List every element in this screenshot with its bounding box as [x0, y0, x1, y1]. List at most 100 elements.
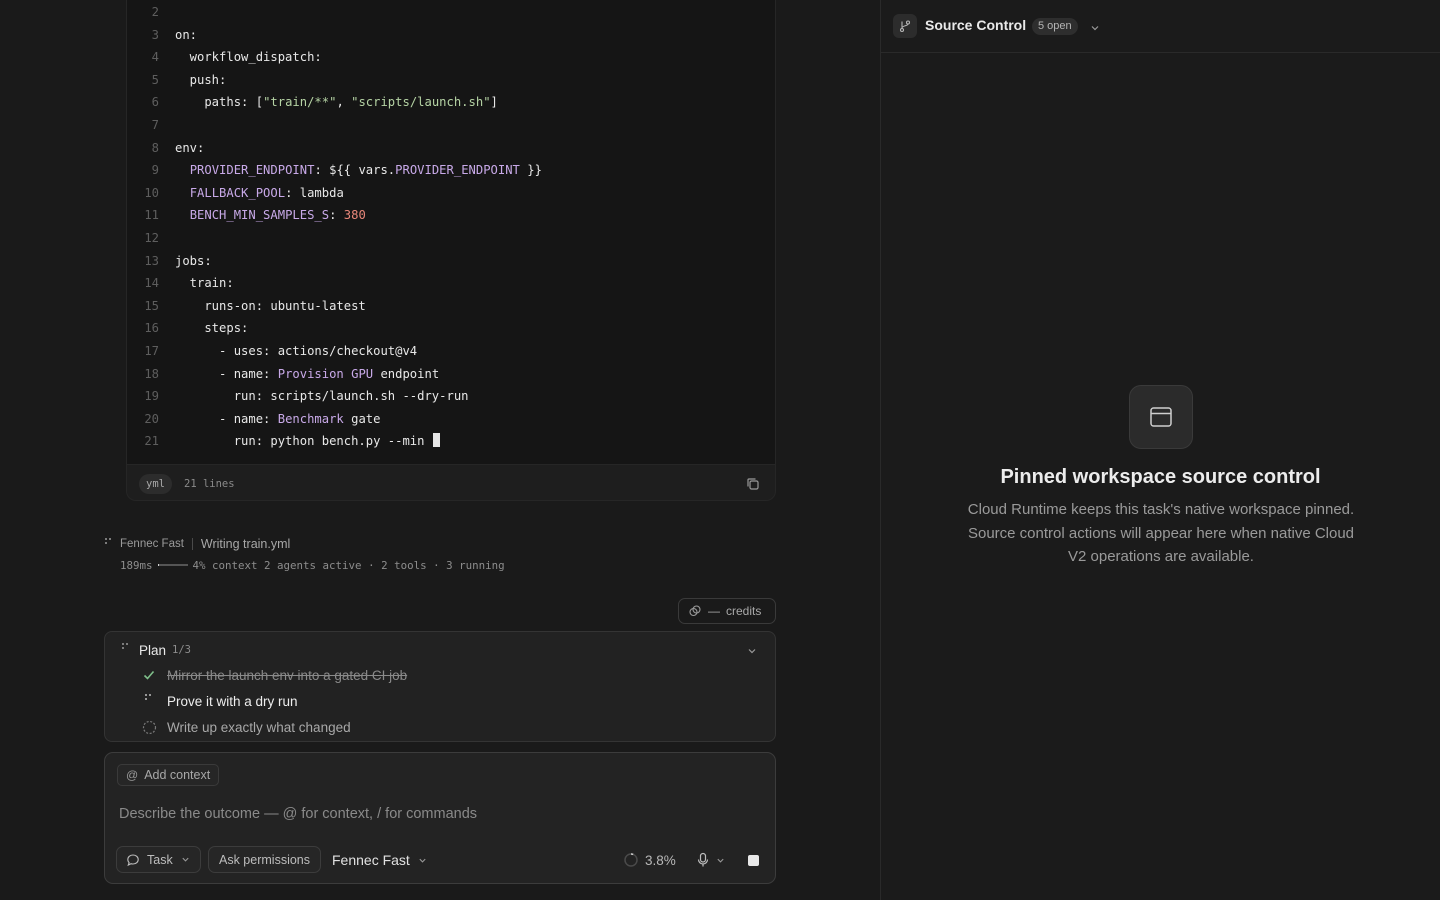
usage-ring-icon — [624, 853, 638, 867]
line-number: 15 — [144, 298, 159, 313]
line-content: - name: Benchmark gate — [175, 411, 381, 426]
tools-count: 2 tools — [381, 558, 427, 572]
agent-metrics: 189ms 4% context 2 agents active · 2 too… — [120, 557, 505, 573]
context-label: 4% context — [192, 558, 258, 572]
activity-dots-icon — [104, 536, 114, 546]
add-context-label: Add context — [144, 768, 211, 782]
line-number: 2 — [151, 5, 159, 19]
latency: 189ms — [120, 558, 153, 572]
line-count: 21 lines — [184, 478, 235, 490]
line-content: runs-on: ubuntu-latest — [175, 298, 366, 313]
line-content: jobs: — [175, 253, 212, 268]
permissions-label: Ask permissions — [219, 852, 310, 867]
mode-selector[interactable]: Task — [116, 846, 201, 873]
line-number: 5 — [151, 72, 159, 87]
line-number: 9 — [151, 163, 159, 178]
line-content: run: scripts/launch.sh --dry-run — [175, 389, 469, 404]
plan-item-2: Prove it with a dry run — [141, 691, 298, 711]
code-footer: yml 21 lines — [127, 464, 775, 501]
line-number: 13 — [144, 253, 159, 268]
line-number: 18 — [144, 366, 159, 381]
plan-item-text: Prove it with a dry run — [167, 693, 298, 709]
copy-icon[interactable] — [745, 476, 761, 492]
activity-dots-icon — [122, 643, 128, 649]
panel-icon — [1129, 385, 1193, 449]
open-count-badge: 5 open — [1032, 18, 1078, 35]
chevron-down-icon[interactable] — [747, 643, 757, 661]
line-content: steps: — [175, 321, 249, 336]
chevron-down-icon — [717, 858, 724, 863]
microphone-icon — [697, 852, 709, 867]
language-badge: yml — [139, 474, 172, 494]
plan-item-text: Write up exactly what changed — [167, 719, 351, 735]
credits-label: credits — [726, 604, 762, 618]
chevron-down-icon — [182, 857, 189, 862]
line-content: paths: ["train/**", "scripts/launch.sh"] — [175, 95, 498, 110]
context-bar — [157, 564, 188, 566]
add-context-button[interactable]: @ Add context — [117, 764, 220, 786]
line-number: 3 — [151, 27, 159, 42]
composer-input[interactable] — [119, 802, 759, 826]
text-cursor — [432, 433, 440, 448]
line-content: BENCH_MIN_SAMPLES_S: 380 — [189, 208, 366, 223]
line-content: FALLBACK_POOL: lambda — [189, 185, 344, 200]
line-content: on: — [175, 27, 198, 42]
stop-icon — [747, 854, 759, 866]
mode-label: Task — [147, 852, 173, 867]
plan-header[interactable]: Plan 1/3 — [121, 641, 191, 659]
plan-card: Plan 1/3 Mirror the launch env into a ga… — [104, 631, 776, 742]
code-body[interactable]: 2 3 on: 4 workflow_dispatch: 5 push: 6 paths:… — [127, 0, 775, 464]
chat-pane: 2 3 on: 4 workflow_dispatch: 5 push: 6 paths:… — [0, 0, 880, 900]
microphone-button[interactable] — [696, 850, 725, 870]
line-content: train: — [175, 276, 234, 291]
chat-bubble-icon — [127, 853, 139, 866]
source-control-pane: Source Control 5 open Pinned workspace s… — [881, 0, 1440, 900]
agent-name: Fennec Fast — [120, 538, 184, 550]
credits-value: — — [708, 604, 720, 618]
line-content: PROVIDER_ENDPOINT: ${{ vars.PROVIDER_END… — [189, 163, 542, 178]
plan-title: Plan — [139, 642, 167, 658]
line-number: 12 — [144, 231, 159, 245]
git-branch-icon — [893, 14, 917, 38]
line-content: workflow_dispatch: — [175, 50, 322, 65]
line-number: 11 — [144, 208, 159, 223]
usage-indicator[interactable]: 3.8% — [623, 850, 676, 870]
empty-state-title: Pinned workspace source control — [1000, 466, 1321, 488]
pending-circle-icon — [141, 719, 157, 735]
source-control-header: Source Control 5 open — [881, 0, 1440, 53]
at-icon: @ — [126, 768, 139, 782]
model-label: Fennec Fast — [332, 852, 410, 868]
line-number: 20 — [144, 411, 159, 426]
context-bar-fill — [157, 564, 159, 566]
source-control-title[interactable]: Source Control — [925, 17, 1026, 33]
usage-percent: 3.8% — [645, 852, 676, 868]
plan-item-3: Write up exactly what changed — [141, 717, 351, 737]
code-block: 2 3 on: 4 workflow_dispatch: 5 push: 6 paths:… — [126, 0, 776, 501]
line-content: env: — [175, 140, 205, 155]
line-number: 6 — [151, 95, 159, 110]
plan-item-text: Mirror the launch env into a gated CI jo… — [167, 667, 408, 683]
line-number: 14 — [144, 276, 159, 291]
credits-pill[interactable]: — credits — [678, 598, 776, 624]
empty-state-description: Cloud Runtime keeps this task's native w… — [967, 501, 1355, 565]
model-selector[interactable]: Fennec Fast — [332, 850, 427, 870]
agents-active: 2 agents active — [264, 558, 362, 572]
running-count: 3 running — [446, 558, 505, 572]
stop-button[interactable] — [742, 849, 764, 871]
plan-progress: 1/3 — [172, 644, 191, 656]
line-number: 21 — [144, 434, 159, 449]
permissions-button[interactable]: Ask permissions — [208, 846, 321, 873]
line-content: push: — [175, 72, 227, 87]
line-number: 7 — [151, 118, 159, 132]
line-content: - name: Provision GPU endpoint — [175, 366, 440, 381]
agent-action: Writing train.yml — [200, 537, 291, 551]
chevron-down-icon — [419, 858, 426, 863]
line-content: run: python bench.py --min — [175, 430, 440, 452]
line-content: - uses: actions/checkout@v4 — [175, 344, 418, 358]
line-number: 4 — [151, 50, 159, 65]
plan-item-1: Mirror the launch env into a gated CI jo… — [141, 665, 407, 685]
composer: @ Add context Task Ask permissions Fenne… — [104, 752, 776, 884]
credits-icon — [689, 605, 701, 617]
chevron-down-icon[interactable] — [1090, 20, 1100, 38]
spinner-icon — [141, 693, 157, 709]
